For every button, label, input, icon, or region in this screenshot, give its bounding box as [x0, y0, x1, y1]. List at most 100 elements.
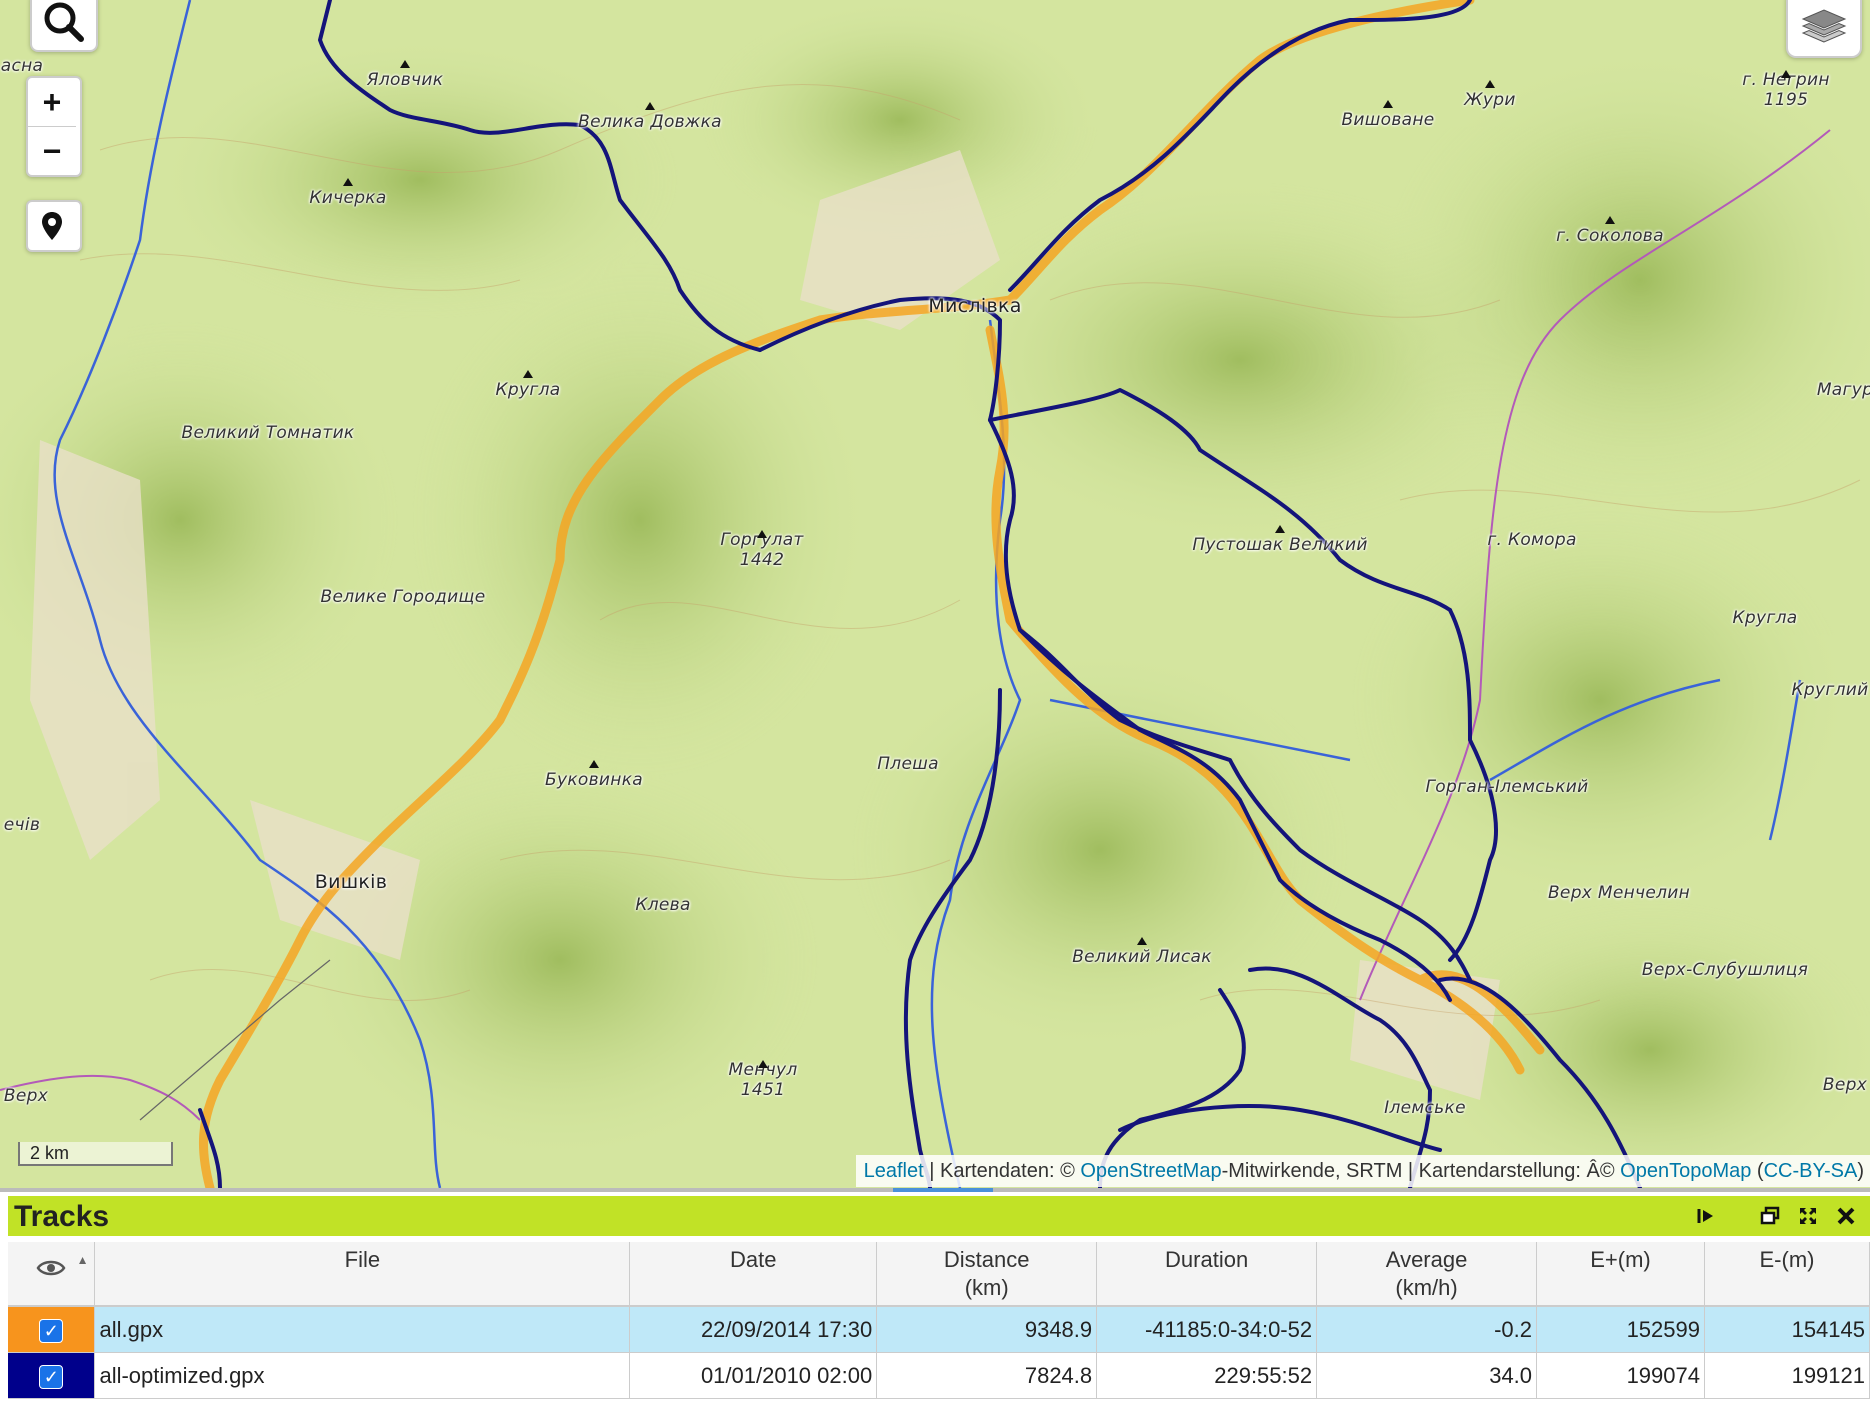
zoom-out-button[interactable]: − [28, 126, 76, 175]
visibility-checkbox[interactable]: ✓ [39, 1318, 64, 1343]
column-header-elevation-gain[interactable]: E+(m) [1536, 1242, 1705, 1307]
place-label: Велика Довжка [578, 112, 722, 132]
place-label: Жури [1464, 90, 1516, 110]
panel-resize-handle[interactable] [893, 1188, 993, 1192]
place-label: Горган-Ілемський [1425, 777, 1589, 797]
duration-cell: -41185:0-34:0-52 [1096, 1306, 1318, 1353]
scale-bar: 2 km [18, 1142, 173, 1166]
place-label: Ілемське [1384, 1098, 1466, 1118]
place-label: Велике Городище [320, 587, 486, 607]
license-link[interactable]: CC-BY-SA [1764, 1160, 1858, 1182]
place-label: Буковинка [545, 770, 643, 790]
visibility-column-header[interactable]: ▲ [8, 1242, 96, 1307]
place-label: Кичерка [309, 188, 387, 208]
close-panel-button[interactable] [1834, 1204, 1858, 1228]
elevation-loss-cell: 199121 [1704, 1352, 1870, 1399]
place-label: Великий Лисак [1072, 947, 1212, 967]
column-header-date[interactable]: Date [629, 1242, 878, 1307]
elevation-gain-cell: 199074 [1536, 1352, 1705, 1399]
place-label: Верх-Слубушлиця [1641, 960, 1809, 980]
peak-icon [1485, 80, 1495, 88]
place-label: ечів [3, 815, 41, 835]
column-header-distance[interactable]: Distance (km) [876, 1242, 1098, 1307]
distance-cell: 9348.9 [876, 1306, 1098, 1353]
peak-icon [400, 60, 410, 68]
peak-icon [1137, 937, 1147, 945]
attribution-text: ) [1857, 1160, 1864, 1182]
panel-header: Tracks [8, 1196, 1870, 1236]
file-cell: all.gpx [94, 1306, 631, 1353]
peak-icon [1383, 100, 1393, 108]
close-icon [1837, 1207, 1855, 1225]
expand-icon [1800, 1208, 1816, 1224]
distance-cell: 7824.8 [876, 1352, 1098, 1399]
average-cell: -0.2 [1316, 1306, 1538, 1353]
detach-button[interactable] [1758, 1204, 1782, 1228]
panel-title: Tracks [14, 1200, 110, 1233]
place-label: Верх Менчелин [1547, 883, 1691, 903]
visibility-checkbox[interactable]: ✓ [39, 1364, 64, 1389]
search-button[interactable] [30, 0, 98, 52]
place-label: Великий Томнатик [181, 423, 355, 443]
zoom-control: + − [26, 76, 82, 177]
place-label: Клева [635, 895, 691, 915]
attribution-text: ( [1751, 1160, 1764, 1182]
track-color-cell: ✓ [8, 1306, 96, 1353]
map-view[interactable]: Яловчик Велика Довжка Кичерка Кругла Великий… [0, 0, 1870, 1188]
collapse-left-icon [1697, 1209, 1713, 1223]
place-label: г. Соколова [1556, 226, 1664, 246]
date-cell: 22/09/2014 17:30 [629, 1306, 878, 1353]
window-restore-icon [1760, 1206, 1780, 1225]
peak-icon [1275, 525, 1285, 533]
place-label: Верх [3, 1086, 49, 1106]
map-marker-icon [42, 212, 62, 240]
maximize-button[interactable] [1796, 1204, 1820, 1228]
search-icon [44, 2, 84, 42]
attribution-text: | Kartendaten: © [923, 1160, 1081, 1182]
place-label: Круглий [1791, 680, 1869, 700]
place-label: Кругла [1732, 608, 1798, 628]
duration-cell: 229:55:52 [1096, 1352, 1318, 1399]
peak-icon [589, 760, 599, 768]
collapse-left-button[interactable] [1694, 1204, 1718, 1228]
osm-link[interactable]: OpenStreetMap [1080, 1160, 1221, 1182]
place-label: Яловчик [366, 70, 444, 90]
place-label: Вишоване [1341, 110, 1435, 130]
place-label: Верх [1822, 1075, 1868, 1095]
column-header-file[interactable]: File [94, 1242, 631, 1307]
peak-icon [757, 530, 767, 538]
place-label: Пустошак Великий [1192, 535, 1368, 555]
peak-icon [523, 370, 533, 378]
place-label: Мислівка [928, 295, 1022, 317]
sort-ascending-icon: ▲ [76, 1253, 89, 1267]
column-header-duration[interactable]: Duration [1096, 1242, 1318, 1307]
file-cell: all-optimized.gpx [94, 1352, 631, 1399]
table-header-row: ▲ File Date Distance (km) Duration Avera… [8, 1242, 1870, 1307]
map-tiles [0, 0, 1870, 1188]
opentopomap-link[interactable]: OpenTopoMap [1620, 1160, 1751, 1182]
attribution-text: -Mitwirkende, SRTM | Kartendarstellung: … [1221, 1160, 1621, 1182]
tracks-panel: Tracks ▲ File Date Distance (km) Duratio… [0, 1188, 1870, 1428]
locate-button[interactable] [26, 200, 82, 252]
elevation-loss-cell: 154145 [1704, 1306, 1870, 1353]
place-label: Магур [1816, 380, 1870, 400]
column-header-average[interactable]: Average (km/h) [1316, 1242, 1538, 1307]
track-color-cell: ✓ [8, 1352, 96, 1399]
eye-icon [36, 1260, 66, 1276]
table-row[interactable]: ✓ all-optimized.gpx 01/01/2010 02:00 782… [8, 1352, 1870, 1399]
place-label: асна [0, 56, 44, 76]
peak-icon [758, 1060, 768, 1068]
column-header-elevation-loss[interactable]: E-(m) [1704, 1242, 1870, 1307]
layers-button[interactable] [1786, 0, 1862, 58]
elevation-gain-cell: 152599 [1536, 1306, 1705, 1353]
place-label: Плеша [877, 754, 939, 774]
peak-icon [1781, 70, 1791, 78]
place-label: Вишків [314, 871, 388, 893]
peak-icon [1605, 216, 1615, 224]
leaflet-link[interactable]: Leaflet [864, 1160, 924, 1182]
date-cell: 01/01/2010 02:00 [629, 1352, 878, 1399]
layers-icon [1801, 9, 1847, 43]
zoom-in-button[interactable]: + [28, 78, 76, 126]
peak-icon [343, 178, 353, 186]
table-row[interactable]: ✓ all.gpx 22/09/2014 17:30 9348.9 -41185… [8, 1306, 1870, 1353]
